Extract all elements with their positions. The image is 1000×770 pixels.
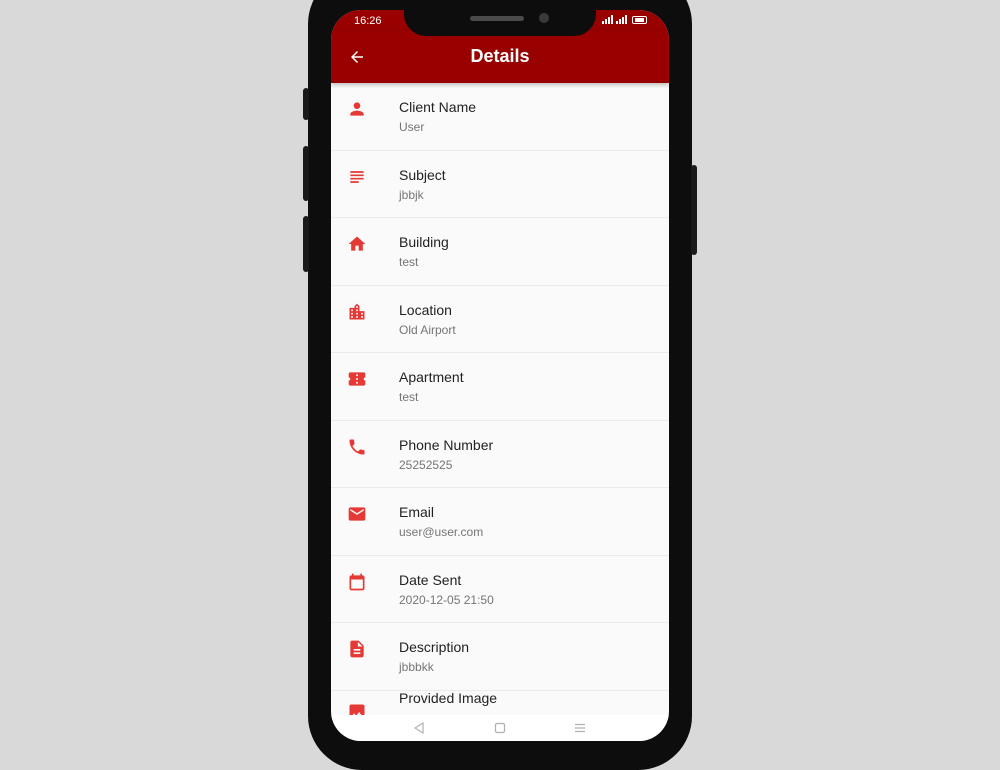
item-label: Subject [399,166,446,183]
list-item-description[interactable]: Description jbbbkk [331,623,669,691]
list-item-client-name[interactable]: Client Name User [331,83,669,151]
description-icon [350,640,364,658]
signal-icon [616,14,627,24]
details-list: Client Name User Subject jbbjk Building … [331,83,669,715]
status-time: 16:26 [354,15,382,27]
list-item-building[interactable]: Building test [331,218,669,286]
item-label: Building [399,234,449,250]
item-value: Old Airport [399,322,456,337]
list-item-subject[interactable]: Subject jbbjk [331,151,669,218]
phone-icon [349,439,365,454]
home-icon [348,236,366,251]
item-label: Apartment [399,369,464,385]
subject-icon [350,170,364,183]
item-label: Date Sent [399,571,462,588]
item-value: test [399,255,419,269]
battery-icon [632,16,647,24]
speaker-grille [470,16,524,21]
nav-menu-button[interactable] [570,720,590,736]
nav-back-button[interactable] [409,720,429,736]
calendar-icon [349,573,365,590]
item-value: test [399,390,419,404]
item-value: user@user.com [399,525,484,539]
item-label: Phone Number [399,436,494,453]
signal-icon [602,14,613,24]
phone-side-button [303,88,309,120]
item-value: jbbbkk [399,660,434,674]
list-item-email[interactable]: Email user@user.com [331,488,669,556]
status-icons [602,14,647,24]
front-camera [539,13,549,23]
app-bar: Details [331,31,669,83]
nav-home-button[interactable] [490,720,510,736]
ticket-icon [348,372,366,386]
location-city-icon [349,303,365,319]
list-item-provided-image[interactable]: Provided Image [331,688,669,715]
page-title: Details [470,46,530,66]
person-icon [350,102,364,116]
menu-lines-icon [575,723,585,733]
list-item-location[interactable]: Location Old Airport [331,286,669,353]
item-label: Provided Image [399,689,498,706]
phone-screen: 16:26 Details Client Name User Subject j… [331,10,669,741]
phone-side-button [303,216,309,272]
item-value: 2020-12-05 21:50 [399,592,494,607]
item-value: User [399,120,425,134]
list-item-phone-number[interactable]: Phone Number 25252525 [331,421,669,488]
list-item-date-sent[interactable]: Date Sent 2020-12-05 21:50 [331,556,669,623]
item-label: Client Name [399,99,477,115]
email-icon [348,507,366,521]
item-value: 25252525 [399,457,453,472]
system-nav-bar [331,715,669,741]
list-item-apartment[interactable]: Apartment test [331,353,669,421]
phone-side-button [691,165,697,255]
back-triangle-icon [413,722,424,734]
item-label: Description [399,639,470,655]
image-icon [349,704,365,715]
phone-side-button [303,146,309,201]
item-value: jbbjk [399,187,424,202]
item-label: Email [399,504,435,520]
item-label: Location [399,301,452,318]
home-square-icon [494,722,506,734]
